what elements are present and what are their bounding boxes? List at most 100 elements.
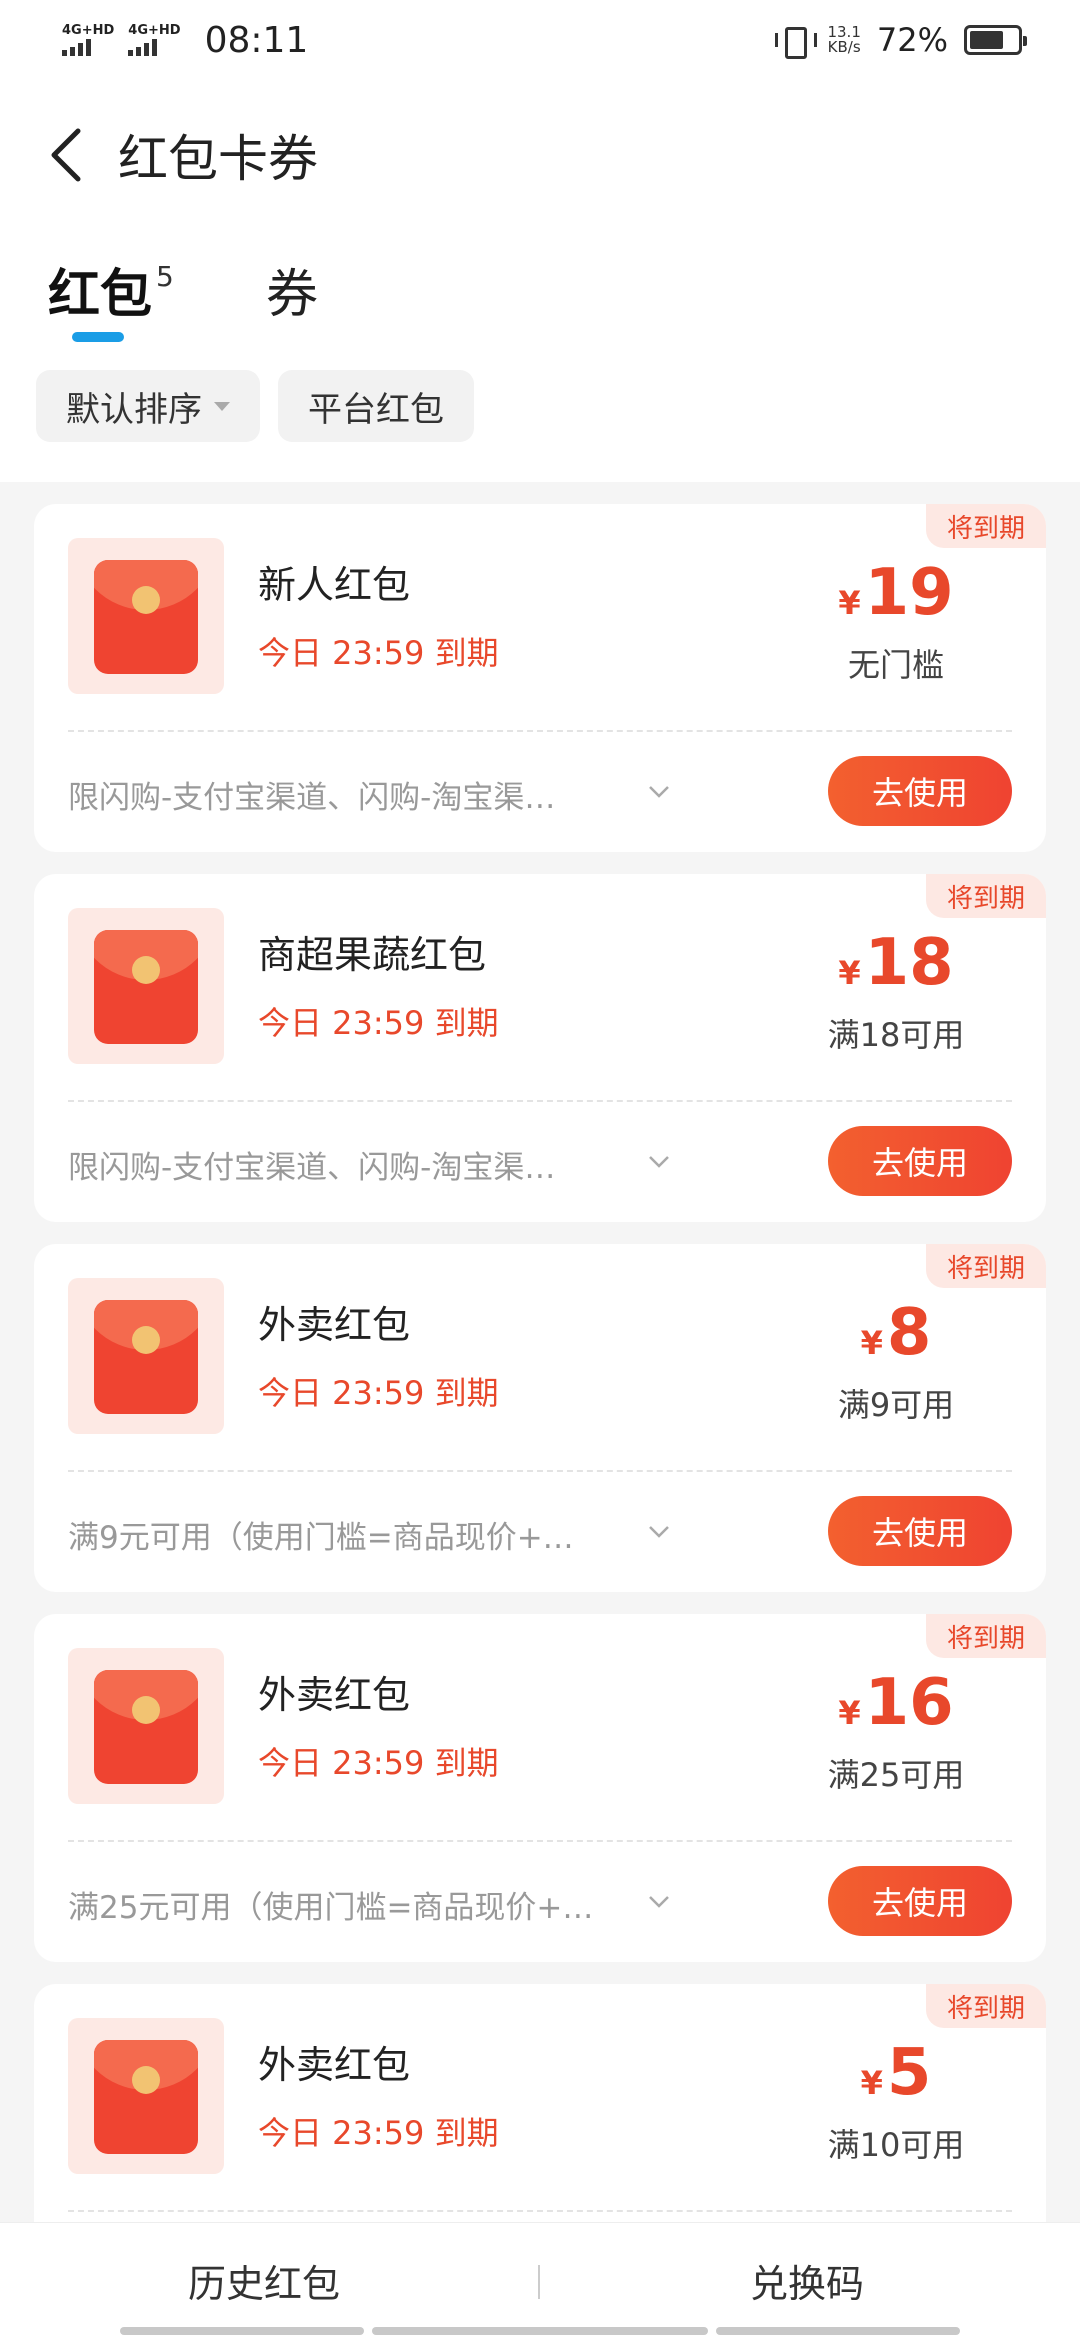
vibrate-icon (775, 25, 818, 59)
expiring-badge: 将到期 (926, 504, 1046, 548)
amount-value: 18 (864, 926, 954, 1000)
use-button[interactable]: 去使用 (828, 756, 1012, 826)
use-button[interactable]: 去使用 (828, 1126, 1012, 1196)
redpacket-thumbnail (68, 2018, 224, 2174)
dashed-divider (68, 1840, 1012, 1842)
redpacket-list[interactable]: 将到期 新人红包 今日 23:59 到期 ¥19 无门槛 限闪购-支付宝渠道、闪… (0, 482, 1080, 2222)
amount: ¥19 (776, 556, 1016, 630)
usage-condition: 满18可用 (827, 1016, 965, 1054)
expiry-time: 今日 23:59 到期 (258, 1004, 499, 1042)
currency-symbol: ¥ (860, 2064, 883, 2102)
redpacket-thumbnail (68, 908, 224, 1064)
use-button[interactable]: 去使用 (828, 1496, 1012, 1566)
signal-bars-icon (128, 38, 158, 56)
red-envelope-icon (94, 2040, 198, 2154)
status-left: 4G+HD 4G+HD 08:11 (62, 20, 308, 61)
amount-value: 16 (864, 1666, 954, 1740)
expiry-time: 今日 23:59 到期 (258, 2114, 499, 2152)
network-label-2: 4G+HD (128, 23, 181, 38)
red-envelope-icon (94, 1670, 198, 1784)
currency-symbol: ¥ (838, 584, 861, 622)
usage-condition: 无门槛 (847, 646, 944, 684)
redpacket-thumbnail (68, 538, 224, 694)
amount-value: 19 (864, 556, 954, 630)
expiry-time: 今日 23:59 到期 (258, 634, 499, 672)
page-title: 红包卡券 (118, 130, 318, 188)
bottom-divider (538, 2265, 540, 2299)
redpacket-thumbnail (68, 1648, 224, 1804)
usage-description: 满9元可用（使用门槛=商品现价+… (68, 1520, 574, 1556)
expiring-badge: 将到期 (926, 874, 1046, 918)
amount: ¥16 (776, 1666, 1016, 1740)
amount-value: 8 (886, 1296, 932, 1370)
currency-symbol: ¥ (860, 1324, 883, 1362)
redpacket-thumbnail (68, 1278, 224, 1434)
redpacket-name: 商超果蔬红包 (258, 933, 487, 977)
expiring-badge: 将到期 (926, 1244, 1046, 1288)
signal-2: 4G+HD (128, 23, 181, 56)
redpacket-name: 外卖红包 (258, 1673, 411, 1717)
platform-filter-chip[interactable]: 平台红包 (278, 370, 474, 442)
chevron-down-icon[interactable] (648, 780, 670, 802)
use-button[interactable]: 去使用 (828, 1866, 1012, 1936)
usage-description: 限闪购-支付宝渠道、闪购-淘宝渠… (68, 780, 556, 816)
amount: ¥8 (776, 1296, 1016, 1370)
usage-condition: 满25可用 (827, 1756, 965, 1794)
usage-description: 满25元可用（使用门槛=商品现价+… (68, 1890, 594, 1926)
currency-symbol: ¥ (838, 1694, 861, 1732)
status-bar: 4G+HD 4G+HD 08:11 13.1 KB/s 72% (0, 0, 1080, 80)
filter-bar: 默认排序 平台红包 (0, 370, 1080, 482)
clock: 08:11 (204, 19, 309, 61)
sort-dropdown[interactable]: 默认排序 (36, 370, 260, 442)
battery-icon (964, 25, 1027, 55)
amount: ¥5 (776, 2036, 1016, 2110)
tab-hongbao[interactable]: 红包 (48, 252, 152, 327)
back-arrow-icon (51, 128, 81, 182)
tab-coupon[interactable]: 券 (266, 252, 318, 327)
redeem-code-button[interactable]: 兑换码 (750, 2253, 864, 2308)
redpacket-card: 将到期 新人红包 今日 23:59 到期 ¥19 无门槛 限闪购-支付宝渠道、闪… (34, 504, 1046, 852)
dashed-divider (68, 1470, 1012, 1472)
platform-label: 平台红包 (308, 389, 444, 430)
network-label-1: 4G+HD (62, 23, 115, 38)
network-speed: 13.1 KB/s (827, 25, 860, 55)
redpacket-name: 外卖红包 (258, 1303, 411, 1347)
battery-fill (970, 31, 1004, 49)
bottom-bar: 历史红包 兑换码 (0, 2222, 1080, 2340)
caret-down-icon (214, 401, 230, 411)
red-envelope-icon (94, 1300, 198, 1414)
status-right: 13.1 KB/s 72% (775, 21, 1027, 59)
currency-symbol: ¥ (838, 954, 861, 992)
redpacket-name: 外卖红包 (258, 2043, 411, 2087)
sort-label: 默认排序 (66, 389, 202, 430)
signal-1: 4G+HD (62, 24, 114, 56)
amount: ¥18 (776, 926, 1016, 1000)
usage-condition: 满10可用 (827, 2126, 965, 2164)
expiring-badge: 将到期 (926, 1614, 1046, 1658)
battery-percent: 72% (876, 21, 948, 59)
chevron-down-icon[interactable] (648, 1150, 670, 1172)
tab-bar: 红包 5 券 (0, 230, 1080, 370)
history-redpacket-button[interactable]: 历史红包 (188, 2253, 340, 2308)
expiry-time: 今日 23:59 到期 (258, 1374, 499, 1412)
dashed-divider (68, 2210, 1012, 2212)
dashed-divider (68, 1100, 1012, 1102)
amount-value: 5 (886, 2036, 932, 2110)
chevron-down-icon[interactable] (648, 1890, 670, 1912)
gesture-bar-right (716, 2327, 960, 2335)
red-envelope-icon (94, 560, 198, 674)
expiry-time: 今日 23:59 到期 (258, 1744, 499, 1782)
header: 红包卡券 (0, 80, 1080, 230)
red-envelope-icon (94, 930, 198, 1044)
back-button[interactable] (36, 125, 96, 185)
redpacket-card: 将到期 外卖红包 今日 23:59 到期 ¥16 满25可用 满25元可用（使用… (34, 1614, 1046, 1962)
active-tab-indicator (72, 332, 124, 342)
usage-condition: 满9可用 (837, 1386, 955, 1424)
tab-hongbao-count: 5 (156, 260, 174, 293)
usage-description: 限闪购-支付宝渠道、闪购-淘宝渠… (68, 1150, 556, 1186)
redpacket-card: 将到期 商超果蔬红包 今日 23:59 到期 ¥18 满18可用 限闪购-支付宝… (34, 874, 1046, 1222)
expiring-badge: 将到期 (926, 1984, 1046, 2028)
chevron-down-icon[interactable] (648, 1520, 670, 1542)
speed-unit: KB/s (827, 38, 861, 56)
signal-bars-icon (62, 38, 91, 56)
